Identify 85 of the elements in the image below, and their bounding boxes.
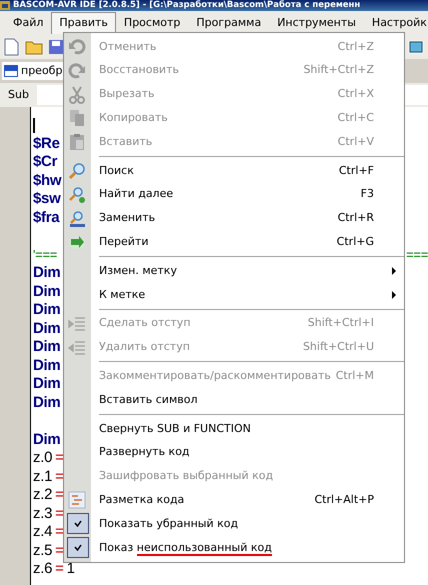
- shortcut-text: Ctrl+Z: [338, 38, 374, 55]
- directive-text: $Re: [33, 134, 60, 153]
- keyword-text: Dim: [33, 301, 60, 320]
- menu-item[interactable]: Найти далее F3: [64, 182, 404, 207]
- menu-item[interactable]: Поиск Ctrl+F: [64, 158, 404, 183]
- magnifier-icon: [68, 210, 86, 228]
- menu-item[interactable]: Просмотр: [116, 12, 188, 34]
- variable-text: z.6: [33, 560, 52, 578]
- directive-text: $sw: [33, 190, 60, 208]
- operator-text: =: [55, 523, 64, 542]
- keyword-text: Dim: [33, 264, 60, 282]
- shortcut-text: F3: [360, 186, 374, 202]
- shortcut-text: Ctrl+G: [336, 234, 374, 250]
- comment-text: ===: [406, 246, 428, 264]
- magnifier-icon: [68, 186, 86, 204]
- menu-item[interactable]: Показать убранный код: [64, 512, 404, 536]
- variable-text: z.3: [33, 504, 52, 523]
- checkmark-icon: [74, 520, 82, 528]
- sub-label: Sub: [8, 86, 29, 103]
- menu-item[interactable]: Инструменты: [269, 12, 364, 34]
- indent-icon: [68, 314, 86, 333]
- directive-text: $hw: [33, 172, 62, 190]
- menu-item[interactable]: Разметка кода Ctrl+Alt+P: [64, 488, 404, 512]
- menu-item[interactable]: Настройк: [364, 12, 428, 34]
- keyword-text: Dim: [33, 430, 60, 449]
- new-file-icon: [3, 38, 19, 56]
- variable-text: z.5: [33, 542, 52, 560]
- variable-text: z.2: [33, 486, 52, 504]
- menu-item[interactable]: Править: [51, 12, 116, 34]
- undo-arrow-icon: [68, 38, 86, 56]
- shortcut-text: Ctrl+M: [336, 368, 374, 384]
- menu-item[interactable]: Файл: [5, 12, 52, 34]
- shortcut-text: Shift+Ctrl+I: [308, 315, 374, 332]
- variable-text: z.0: [33, 449, 52, 468]
- shortcut-text: Ctrl+F: [338, 162, 374, 179]
- shortcut-text: Ctrl+C: [338, 110, 374, 126]
- shortcut-text: Shift+Ctrl+Z: [303, 62, 374, 78]
- shortcut-text: Ctrl+R: [338, 210, 374, 226]
- shortcut-text: Shift+Ctrl+U: [302, 339, 374, 356]
- redo-arrow-icon: [68, 62, 86, 80]
- keyword-text: Dim: [33, 394, 60, 412]
- keyword-text: Dim: [33, 338, 60, 356]
- code-outline-icon: [68, 491, 86, 510]
- operator-text: =: [55, 504, 64, 523]
- variable-text: z.1: [33, 468, 52, 486]
- window-title: BASCOM-AVR IDE [2.0.8.5] - [G:\Разработки\Bascom\Работа с переменн: [13, 0, 360, 11]
- copy-icon: [68, 109, 86, 128]
- directive-text: $fra: [33, 208, 60, 227]
- operator-text: =: [55, 449, 64, 468]
- menu-item[interactable]: Показ неиспользованный код: [64, 536, 404, 560]
- folder-icon: [24, 38, 42, 54]
- magnifier-icon: [68, 162, 86, 180]
- variable-text: z.4: [33, 523, 52, 542]
- comment-text: '===: [33, 246, 58, 264]
- operator-text: =: [55, 468, 64, 486]
- menu-item[interactable]: Свернуть SUB и FUNCTION: [64, 416, 404, 441]
- scissors-icon: [68, 86, 86, 104]
- app-icon: [0, 1, 10, 10]
- keyword-text: Dim: [33, 356, 60, 375]
- shortcut-text: Ctrl+X: [338, 86, 374, 102]
- shortcut-text: Ctrl+Alt+P: [314, 492, 374, 508]
- menu-item[interactable]: Перейти Ctrl+G: [64, 230, 404, 254]
- checkbox[interactable]: [67, 536, 89, 558]
- clipboard-icon: [68, 133, 86, 152]
- menu-item[interactable]: Заменить Ctrl+R: [64, 206, 404, 230]
- operator-text: =: [55, 486, 64, 504]
- operator-text: =: [55, 560, 64, 578]
- keyword-text: Dim: [33, 282, 60, 301]
- keyword-text: Dim: [33, 320, 60, 338]
- keyword-text: Dim: [33, 375, 60, 394]
- outdent-icon: [68, 338, 86, 357]
- directive-text: $Cr: [33, 153, 58, 172]
- menu-item[interactable]: Измен. метку: [64, 259, 404, 283]
- text-cursor: [33, 118, 35, 133]
- menu-item[interactable]: Программа: [188, 12, 270, 34]
- checkmark-icon: [74, 544, 82, 551]
- file-icon: [4, 65, 18, 77]
- checkbox[interactable]: [67, 513, 89, 534]
- menu-item[interactable]: Развернуть код: [64, 440, 404, 465]
- operator-text: =: [55, 542, 64, 560]
- menu-item[interactable]: К метке: [64, 282, 404, 307]
- shortcut-text: Ctrl+V: [338, 134, 374, 150]
- tab-label: преобр: [21, 62, 62, 79]
- menu-item[interactable]: Вставить символ: [64, 388, 404, 412]
- number-text: 1: [66, 560, 75, 578]
